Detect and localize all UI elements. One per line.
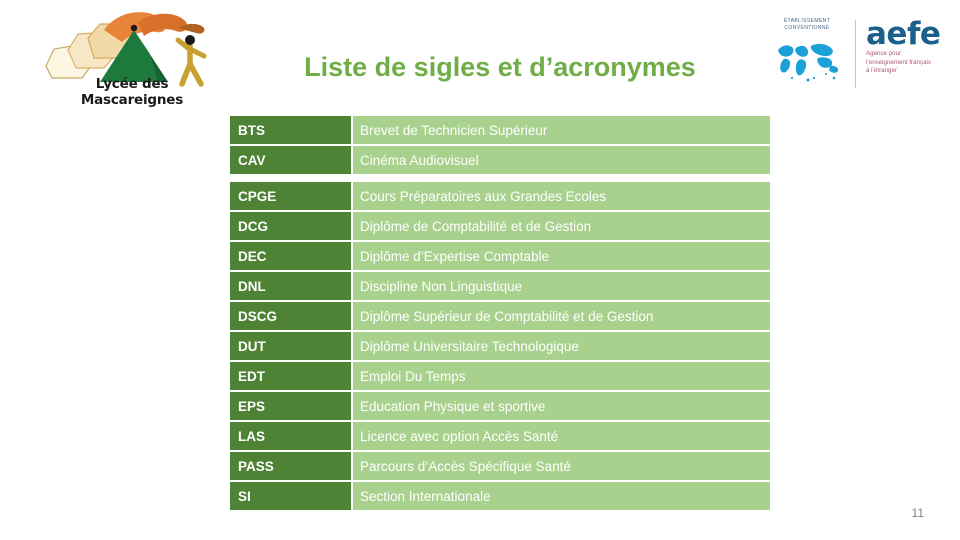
acronym-label-cell: Discipline Non Linguistique xyxy=(353,272,770,300)
table-row: LAS Licence avec option Accès Santé xyxy=(230,422,770,450)
acronym-label-cell: Brevet de Technicien Supérieur xyxy=(353,116,770,144)
acronym-label-cell: Licence avec option Accès Santé xyxy=(353,422,770,450)
acronym-label-cell: Section Internationale xyxy=(353,482,770,510)
acronym-code-cell: EDT xyxy=(230,362,351,390)
aefe-tagline-line-3: à l’étranger xyxy=(866,67,897,75)
table-row: BTS Brevet de Technicien Supérieur xyxy=(230,116,770,144)
table-row: SI Section Internationale xyxy=(230,482,770,510)
acronym-label-cell: Emploi Du Temps xyxy=(353,362,770,390)
table-row: DUT Diplôme Universitaire Technologique xyxy=(230,332,770,360)
school-logo: Lycée des Mascareignes xyxy=(38,4,218,108)
acronym-code-cell: CPGE xyxy=(230,182,351,210)
acronym-label-cell: Parcours d’Accès Spécifique Santé xyxy=(353,452,770,480)
world-map-icon xyxy=(778,43,839,82)
table-row: CPGE Cours Préparatoires aux Grandes Ecol… xyxy=(230,182,770,210)
aefe-logo-divider xyxy=(855,20,856,88)
aefe-certification-line-2: CONVENTIONNÉ xyxy=(784,25,830,31)
acronym-code-cell: EPS xyxy=(230,392,351,420)
aefe-certification-line-1: ÉTABLISSEMENT xyxy=(783,18,831,24)
aefe-certification-block: ÉTABLISSEMENT CONVENTIONNÉ xyxy=(765,18,849,90)
acronym-label-cell: Diplôme de Comptabilité et de Gestion xyxy=(353,212,770,240)
acronym-code-cell: DCG xyxy=(230,212,351,240)
table-row: PASS Parcours d’Accès Spécifique Santé xyxy=(230,452,770,480)
acronym-code-cell: DSCG xyxy=(230,302,351,330)
acronym-label-cell: Cinéma Audiovisuel xyxy=(353,146,770,174)
acronym-code-cell: SI xyxy=(230,482,351,510)
acronym-code-cell: PASS xyxy=(230,452,351,480)
table-row: DSCG Diplôme Supérieur de Comptabilité et… xyxy=(230,302,770,330)
table-row: CAV Cinéma Audiovisuel xyxy=(230,146,770,174)
acronym-label-cell: Diplôme d’Expertise Comptable xyxy=(353,242,770,270)
table-row: EDT Emploi Du Temps xyxy=(230,362,770,390)
aefe-tagline-line-2: l’enseignement français xyxy=(866,58,932,66)
acronym-table: BTS Brevet de Technicien Supérieur CAV Ciné… xyxy=(230,116,770,512)
page-title: Liste de sigles et d’acronymes xyxy=(304,52,696,82)
aefe-wordmark-block: aefe Agence pour l’enseignement français… xyxy=(866,18,946,76)
acronym-code-cell: LAS xyxy=(230,422,351,450)
acronym-label-cell: Education Physique et sportive xyxy=(353,392,770,420)
table-row: DEC Diplôme d’Expertise Comptable xyxy=(230,242,770,270)
acronym-label-cell: Cours Préparatoires aux Grandes Ecoles xyxy=(353,182,770,210)
acronym-code-cell: BTS xyxy=(230,116,351,144)
table-row: DNL Discipline Non Linguistique xyxy=(230,272,770,300)
table-row: DCG Diplôme de Comptabilité et de Gestion xyxy=(230,212,770,240)
acronym-code-cell: DUT xyxy=(230,332,351,360)
school-logo-name: Lycée des Mascareignes xyxy=(80,76,184,108)
acronym-code-cell: DEC xyxy=(230,242,351,270)
slide-header: Lycée des Mascareignes Liste de sigles e… xyxy=(0,0,960,112)
acronym-label-cell: Diplôme Supérieur de Comptabilité et de … xyxy=(353,302,770,330)
aefe-wordmark: aefe xyxy=(866,16,941,52)
acronym-label-cell: Diplôme Universitaire Technologique xyxy=(353,332,770,360)
page-number: 11 xyxy=(911,506,924,520)
acronym-code-cell: DNL xyxy=(230,272,351,300)
table-row: EPS Education Physique et sportive xyxy=(230,392,770,420)
aefe-logo: ÉTABLISSEMENT CONVENTIONNÉ aefe Agence p… xyxy=(765,18,945,94)
acronym-code-cell: CAV xyxy=(230,146,351,174)
